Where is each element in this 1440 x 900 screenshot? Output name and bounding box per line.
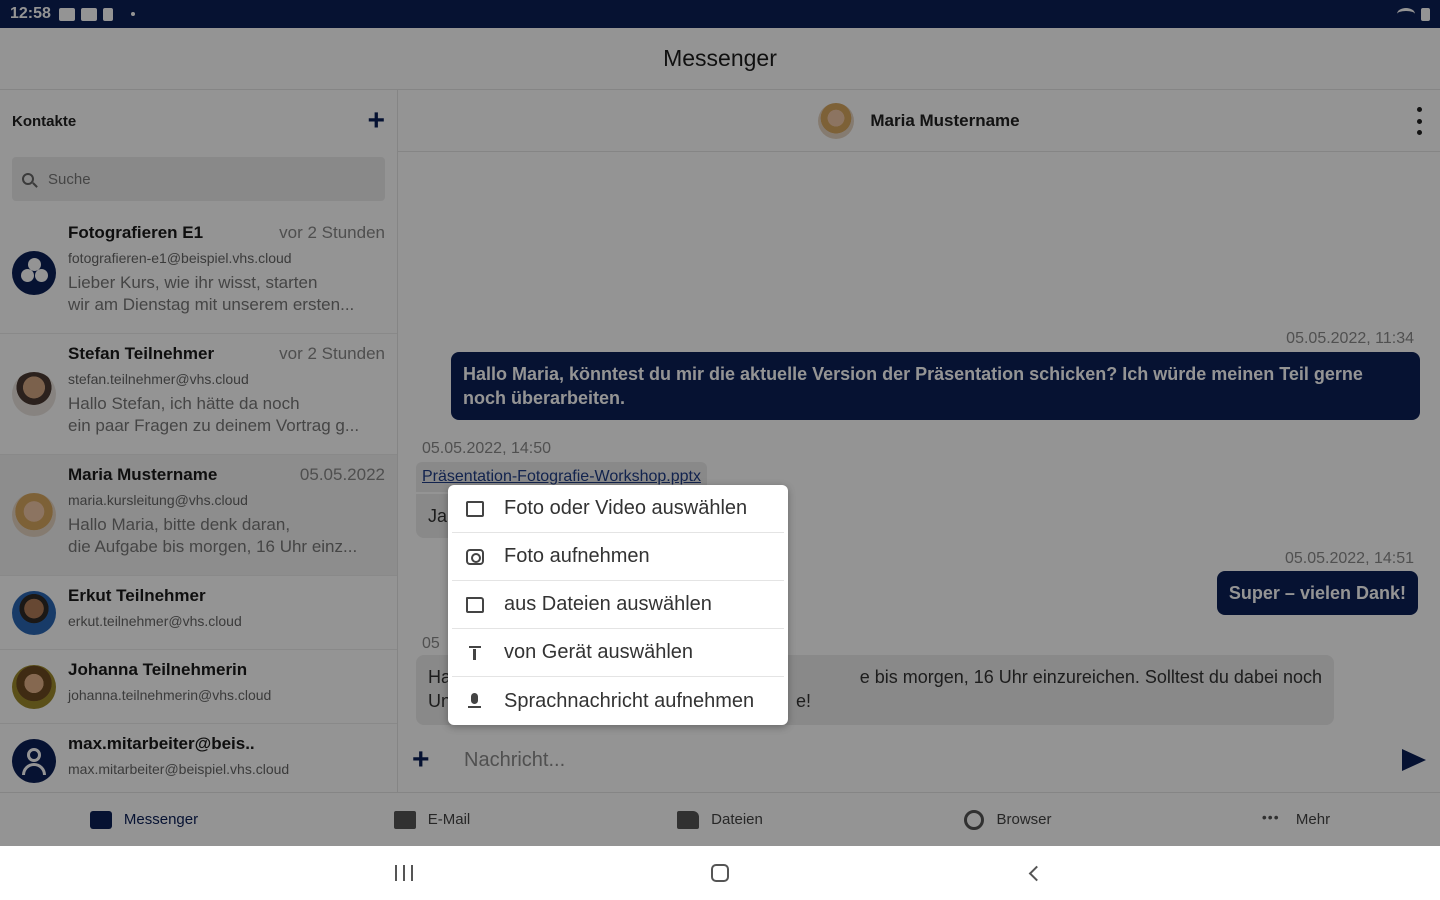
upload-icon — [466, 645, 484, 661]
menu-item-from-files[interactable]: aus Dateien auswählen — [452, 581, 784, 629]
home-button[interactable] — [562, 864, 878, 882]
recents-button[interactable] — [246, 865, 562, 881]
menu-item-label: von Gerät auswählen — [504, 641, 694, 663]
recents-icon — [395, 865, 413, 881]
menu-item-choose-photo-video[interactable]: Foto oder Video auswählen — [452, 485, 784, 533]
camera-icon — [466, 548, 484, 565]
menu-item-label: Foto aufnehmen — [504, 545, 650, 567]
menu-item-from-device[interactable]: von Gerät auswählen — [452, 629, 784, 677]
back-icon — [1028, 865, 1044, 881]
system-navigation-bar — [0, 846, 1440, 900]
back-button[interactable] — [878, 865, 1194, 881]
menu-item-take-photo[interactable]: Foto aufnehmen — [452, 533, 784, 581]
menu-item-label: Foto oder Video auswählen — [504, 497, 748, 519]
microphone-icon — [466, 693, 484, 709]
home-icon — [711, 864, 729, 882]
menu-item-voice-message[interactable]: Sprachnachricht aufnehmen — [452, 677, 784, 725]
folder-icon — [466, 596, 484, 613]
menu-item-label: aus Dateien auswählen — [504, 593, 712, 615]
image-icon — [466, 500, 484, 517]
menu-item-label: Sprachnachricht aufnehmen — [504, 689, 755, 712]
attachment-menu: Foto oder Video auswählen Foto aufnehmen… — [448, 485, 788, 725]
